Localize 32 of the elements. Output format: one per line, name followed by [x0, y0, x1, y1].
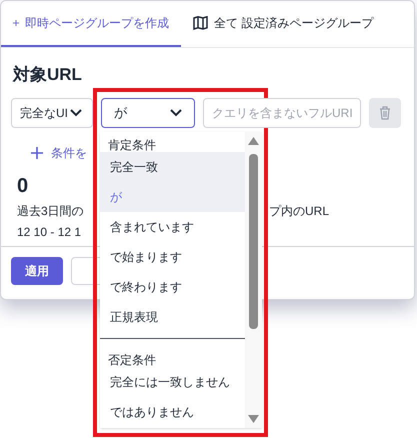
- trash-icon: [379, 106, 391, 120]
- description-text: 過去3日間の: [17, 204, 84, 218]
- plus-icon: [31, 146, 43, 158]
- url-input[interactable]: クエリを含まないフルURI: [203, 98, 361, 128]
- dropdown-option[interactable]: が: [100, 182, 245, 212]
- plus-icon: [13, 17, 19, 29]
- operator-select[interactable]: が: [101, 98, 195, 128]
- group-header: 否定条件: [107, 352, 157, 367]
- group-header: 肯定条件: [107, 137, 157, 152]
- scroll-up-icon[interactable]: [248, 137, 259, 145]
- action-button[interactable]: 適用: [11, 256, 63, 284]
- scrollbar-thumb[interactable]: [249, 154, 258, 329]
- scroll-down-icon[interactable]: [248, 415, 259, 423]
- description-text: プ内のURL: [269, 202, 330, 220]
- date-range: 12 10 - 12 1: [17, 224, 82, 238]
- add-condition-link[interactable]: 条件を: [31, 144, 87, 162]
- dropdown-option[interactable]: 完全には一致しません: [100, 367, 245, 397]
- dropdown-option[interactable]: で始まります: [100, 242, 245, 272]
- dropdown-option[interactable]: 完全一致: [100, 152, 245, 182]
- match-type-select[interactable]: 完全なUI: [11, 98, 93, 128]
- dropdown-option[interactable]: で終わります: [100, 272, 245, 302]
- section-title: 対象URL: [12, 64, 83, 86]
- map-icon: [193, 16, 208, 30]
- dropdown-option[interactable]: 含まれています: [100, 212, 245, 242]
- dropdown-option[interactable]: 正規表現: [100, 302, 245, 332]
- tab[interactable]: 全て 設定済みページグループ: [181, 1, 386, 47]
- tab[interactable]: 即時ページグループを作成: [1, 1, 181, 47]
- count-value: 0: [16, 176, 30, 196]
- dropdown-option[interactable]: ではありません: [100, 397, 245, 427]
- chevron-down-icon: [170, 108, 182, 116]
- chevron-down-icon: [70, 108, 82, 116]
- delete-button[interactable]: [369, 98, 401, 128]
